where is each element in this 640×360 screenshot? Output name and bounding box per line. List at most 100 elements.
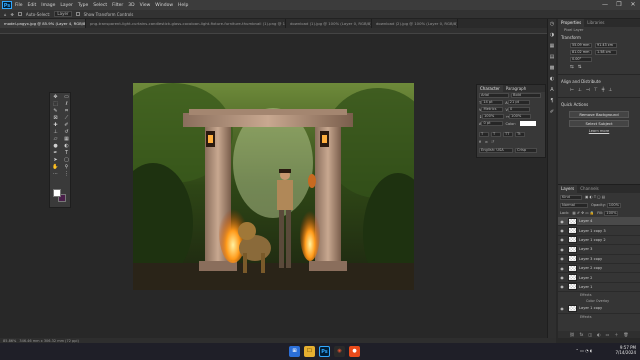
document-image[interactable] bbox=[133, 83, 414, 290]
tab-paragraph[interactable]: Paragraph bbox=[503, 85, 530, 92]
tab-lamp-png[interactable]: png-transparent-light-curtains-candlesti… bbox=[86, 19, 286, 28]
clock[interactable]: 9:57 PM 7/14/2024 bbox=[615, 345, 636, 355]
color-swatches[interactable] bbox=[53, 189, 69, 203]
pen-tool-icon[interactable]: ✒ bbox=[50, 150, 61, 157]
visibility-eye-icon[interactable]: ◉ bbox=[558, 237, 566, 242]
align-middle-icon[interactable]: ╪ bbox=[602, 88, 605, 93]
layer-row[interactable]: ◉ Layer 4 bbox=[558, 217, 640, 227]
move-tool-icon[interactable]: ✥ bbox=[11, 12, 14, 17]
patterns-icon[interactable]: ▩ bbox=[548, 63, 556, 74]
faux-bold-button[interactable]: T bbox=[479, 132, 489, 137]
width-field[interactable]: 55.09 mm bbox=[570, 43, 592, 48]
tab-character[interactable]: Character bbox=[477, 85, 503, 92]
link-layers-icon[interactable]: ⛓ bbox=[570, 331, 575, 338]
maximize-button[interactable]: ❐ bbox=[612, 0, 626, 10]
transform-section-title[interactable]: Transform bbox=[558, 33, 640, 42]
history-brush-tool-icon[interactable]: ↺ bbox=[61, 129, 72, 136]
learn-more-link[interactable]: Learn more bbox=[558, 129, 640, 133]
mask-icon[interactable]: ◫ bbox=[588, 331, 592, 338]
align-section-title[interactable]: Align and Distribute bbox=[558, 77, 640, 86]
path-select-tool-icon[interactable]: ➤ bbox=[50, 157, 61, 164]
tab-channels[interactable]: Channels bbox=[577, 185, 602, 193]
menu-edit[interactable]: Edit bbox=[28, 3, 37, 8]
lock-icons[interactable]: ▦ ✐ ✥ ▭ 🔒 bbox=[572, 211, 594, 215]
menu-file[interactable]: File bbox=[15, 3, 23, 8]
visibility-eye-icon[interactable]: ◉ bbox=[558, 266, 566, 271]
layer-row[interactable]: ◉ Layer 3 copy bbox=[558, 255, 640, 264]
font-family-dropdown[interactable]: Arial bbox=[479, 93, 509, 98]
photoshop-taskbar-icon[interactable]: Ps bbox=[319, 346, 330, 357]
height-field[interactable]: 81.02 mm bbox=[570, 50, 592, 55]
x-field[interactable]: 91.43 cm bbox=[595, 43, 617, 48]
menu-window[interactable]: Window bbox=[155, 3, 173, 8]
kerning-field[interactable]: Metrics bbox=[481, 107, 504, 112]
y-field[interactable]: 1.58 cm bbox=[595, 50, 617, 55]
layer-row[interactable]: ◉ Layer 1 copy 3 bbox=[558, 226, 640, 236]
system-tray-icons[interactable]: ⌃ ▭ ◔ ◖ bbox=[575, 348, 592, 353]
faux-italic-button[interactable]: T bbox=[491, 132, 501, 137]
text-color-swatch[interactable] bbox=[520, 121, 536, 126]
auto-select-checkbox[interactable] bbox=[17, 11, 22, 17]
angle-field[interactable]: 0.00° bbox=[570, 57, 592, 62]
visibility-eye-icon[interactable]: ◉ bbox=[558, 247, 566, 252]
layer-row[interactable]: ◉ Layer 1 bbox=[558, 283, 640, 293]
align-right-icon[interactable]: ⊣ bbox=[586, 88, 590, 93]
menu-select[interactable]: Select bbox=[93, 3, 107, 8]
new-layer-icon[interactable]: ＋ bbox=[614, 331, 618, 338]
menu-filter[interactable]: Filter bbox=[112, 3, 123, 8]
blend-mode-dropdown[interactable]: Normal bbox=[560, 202, 588, 208]
quick-actions-title[interactable]: Quick Actions bbox=[558, 100, 640, 109]
align-bottom-icon[interactable]: ⊥ bbox=[608, 88, 612, 93]
flip-vertical-icon[interactable]: ⇅ bbox=[578, 65, 582, 70]
visibility-eye-icon[interactable]: ◉ bbox=[558, 284, 566, 289]
file-explorer-icon[interactable]: 🗀 bbox=[304, 346, 315, 357]
zoom-level[interactable]: 85.86% bbox=[3, 339, 16, 343]
brush-tool-icon[interactable]: ✐ bbox=[61, 122, 72, 129]
adjustment-layer-icon[interactable]: ◐ bbox=[597, 331, 601, 338]
auto-select-target-dropdown[interactable]: Layer bbox=[54, 11, 72, 17]
eraser-tool-icon[interactable]: ▱ bbox=[50, 136, 61, 143]
menu-view[interactable]: View bbox=[140, 3, 151, 8]
remove-background-button[interactable]: Remove Background bbox=[569, 111, 629, 118]
menu-type[interactable]: Type bbox=[78, 3, 88, 8]
font-size-field[interactable]: 14 pt bbox=[481, 100, 504, 105]
align-left-icon[interactable]: ⊢ bbox=[570, 88, 574, 93]
all-caps-button[interactable]: TT bbox=[503, 132, 513, 137]
paragraph-icon[interactable]: ¶ bbox=[548, 96, 556, 107]
artboard-tool-icon[interactable]: ▭ bbox=[61, 94, 72, 101]
layer-row[interactable]: ◉ Layer 2 copy bbox=[558, 264, 640, 274]
frame-tool-icon[interactable]: ⊠ bbox=[50, 115, 61, 122]
select-subject-button[interactable]: Select Subject bbox=[569, 120, 629, 127]
opacity-field[interactable]: 100% bbox=[606, 202, 621, 208]
effects-row[interactable]: Effects bbox=[558, 314, 640, 320]
tab-download-2[interactable]: download (2).jpg @ 100% (Layer 0, RGB/8) bbox=[372, 19, 458, 28]
menu-3d[interactable]: 3D bbox=[128, 3, 134, 8]
anti-alias-dropdown[interactable]: Crisp bbox=[515, 148, 537, 153]
healing-brush-tool-icon[interactable]: ✚ bbox=[50, 122, 61, 129]
visibility-eye-icon[interactable]: ◉ bbox=[558, 306, 566, 311]
vertical-scale-field[interactable]: 100% bbox=[482, 114, 505, 119]
home-icon[interactable]: ⌂ bbox=[4, 12, 7, 17]
layer-row[interactable]: ◉ Layer 1 copy 2 bbox=[558, 236, 640, 246]
tracking-field[interactable]: 0 bbox=[507, 107, 530, 112]
minimize-button[interactable]: — bbox=[598, 0, 612, 10]
adjustments-icon[interactable]: ◐ bbox=[548, 74, 556, 85]
app-icon[interactable]: ● bbox=[349, 346, 360, 357]
clone-stamp-tool-icon[interactable]: ⊥ bbox=[50, 129, 61, 136]
tab-model[interactable]: model-pngyx.jpg @ 85.9% (Layer 4, RGB/8) bbox=[0, 19, 86, 28]
visibility-eye-icon[interactable]: ◉ bbox=[558, 219, 566, 224]
more-tools-icon[interactable]: ⋯ bbox=[50, 171, 61, 178]
layer-filter-dropdown[interactable]: Kind bbox=[560, 194, 582, 200]
gradient-tool-icon[interactable]: ▦ bbox=[61, 136, 72, 143]
hand-tool-icon[interactable]: ✋ bbox=[50, 164, 61, 171]
menu-help[interactable]: Help bbox=[178, 3, 188, 8]
tab-layers[interactable]: Layers bbox=[558, 185, 578, 193]
fill-field[interactable]: 100% bbox=[604, 210, 619, 216]
color-icon[interactable]: ◑ bbox=[548, 30, 556, 41]
ordinal-icon[interactable]: ɑ bbox=[485, 140, 487, 144]
character-icon[interactable]: A bbox=[548, 85, 556, 96]
shape-tool-icon[interactable]: ▢ bbox=[61, 157, 72, 164]
baseline-field[interactable]: 0 pt bbox=[481, 121, 504, 126]
start-button[interactable]: ⊞ bbox=[289, 346, 300, 357]
eyedropper-tool-icon[interactable]: ⟋ bbox=[61, 115, 72, 122]
